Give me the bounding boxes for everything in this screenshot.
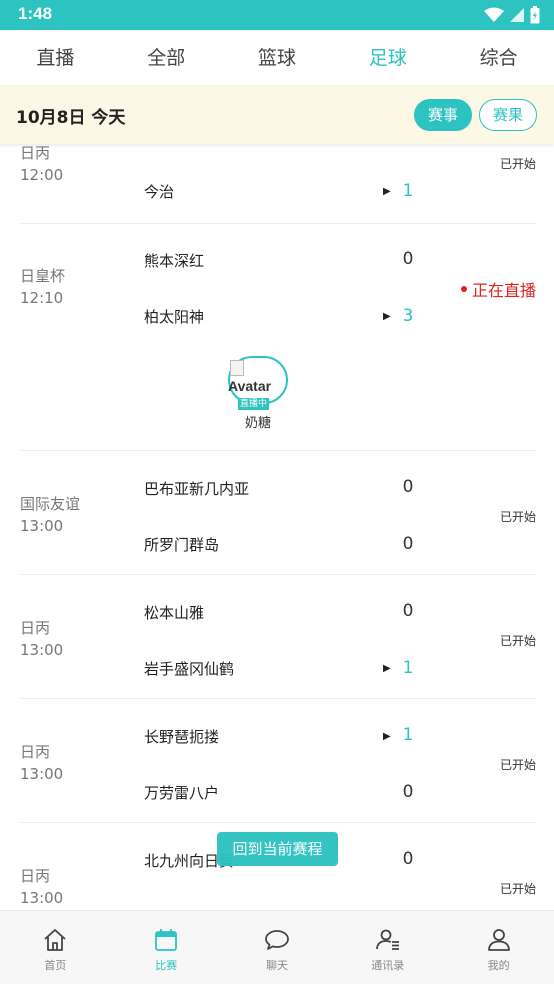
signal-icon: [510, 8, 524, 22]
live-badge: 直播中: [238, 398, 270, 410]
match-league: 国际友谊: [20, 495, 81, 513]
match-time: 12:10: [20, 289, 64, 307]
away-team: 今治: [144, 183, 175, 201]
match-time: 13:00: [20, 641, 64, 659]
home-icon: [44, 929, 66, 951]
nav-matches-label: 比赛: [155, 959, 178, 972]
match-row[interactable]: 日丙 13:00 松本山雅 0 岩手盛冈仙鹤 ▶ 1 已开始: [20, 575, 536, 699]
tab-football[interactable]: 足球: [332, 30, 443, 85]
results-button[interactable]: 赛果: [479, 99, 537, 131]
streamer-name: 奶糖: [244, 416, 271, 431]
date-bar: 10月8日 今天 赛事 赛果: [0, 86, 554, 144]
tab-comprehensive[interactable]: 综合: [443, 30, 554, 85]
nav-home-label: 首页: [44, 959, 67, 972]
away-team: 万劳雷八户: [144, 784, 220, 802]
home-score: 0: [402, 477, 414, 497]
match-status: 已开始: [499, 758, 536, 772]
match-row[interactable]: 日丙 13:00 长野琶扼搂 ▶ 1 万劳雷八户 0 已开始: [20, 699, 536, 823]
nav-profile[interactable]: 我的: [443, 911, 554, 984]
away-score: 0: [402, 534, 414, 554]
match-time: 13:00: [20, 889, 64, 907]
nav-contacts-label: 通讯录: [371, 959, 405, 972]
play-arrow-icon: ▶: [383, 311, 391, 322]
streamer-card[interactable]: Avatar 直播中 奶糖: [228, 356, 288, 436]
match-league: 日丙: [20, 619, 51, 637]
status-icons: [484, 6, 540, 24]
away-score: 3: [402, 306, 414, 326]
match-status: 已开始: [499, 634, 536, 648]
match-league: 日丙: [20, 867, 51, 885]
sport-tabs: 直播 全部 篮球 足球 综合: [0, 30, 554, 86]
home-score: 0: [402, 249, 414, 269]
match-status: 已开始: [499, 157, 536, 171]
tab-basketball[interactable]: 篮球: [222, 30, 333, 85]
match-league: 日丙: [20, 144, 51, 162]
wifi-icon: [484, 7, 504, 22]
live-status: 正在直播: [460, 277, 536, 301]
avatar-alt-text: Avatar: [228, 378, 272, 394]
match-list[interactable]: 日丙 12:00 今治 ▶ 1 已开始 日皇杯 12:10 熊本深红 0 柏太阳…: [0, 144, 554, 910]
live-status-label: 正在直播: [471, 281, 536, 300]
calendar-icon: [155, 929, 178, 951]
home-team: 松本山雅: [144, 604, 205, 622]
tab-all[interactable]: 全部: [111, 30, 222, 85]
bottom-nav: 首页 比赛 聊天 通讯录 我的: [0, 910, 554, 984]
nav-chat-label: 聊天: [265, 959, 288, 972]
away-team: 岩手盛冈仙鹤: [144, 660, 235, 678]
match-status: 已开始: [499, 882, 536, 896]
status-time: 1:48: [18, 4, 53, 23]
match-row[interactable]: 国际友谊 13:00 巴布亚新几内亚 0 所罗门群岛 0 已开始: [20, 451, 536, 575]
nav-home[interactable]: 首页: [0, 911, 111, 984]
play-arrow-icon: ▶: [383, 731, 391, 742]
away-score: 1: [402, 181, 414, 201]
match-time: 12:00: [20, 166, 64, 184]
home-team: 巴布亚新几内亚: [144, 480, 250, 498]
nav-chat[interactable]: 聊天: [222, 911, 333, 984]
play-arrow-icon: ▶: [383, 663, 391, 674]
back-to-current-button[interactable]: 回到当前赛程: [217, 832, 338, 866]
match-league: 日皇杯: [20, 267, 66, 285]
live-dot-icon: [460, 286, 467, 292]
profile-icon: [487, 929, 510, 951]
broken-image-icon: [230, 360, 244, 376]
home-score: 0: [402, 601, 414, 621]
date-label: 10月8日 今天: [16, 108, 126, 128]
status-bar: 1:48: [0, 0, 554, 30]
match-status: 已开始: [499, 510, 536, 524]
away-team: 所罗门群岛: [144, 536, 220, 554]
away-score: 1: [402, 658, 414, 678]
home-team: 长野琶扼搂: [144, 728, 220, 746]
match-league: 日丙: [20, 743, 51, 761]
away-team: 柏太阳神: [144, 308, 205, 326]
match-row[interactable]: 日丙 12:00 今治 ▶ 1 已开始: [20, 144, 536, 224]
match-row[interactable]: 日皇杯 12:10 熊本深红 0 柏太阳神 ▶ 3 正在直播 Avatar 直播…: [20, 224, 536, 451]
nav-matches[interactable]: 比赛: [111, 911, 222, 984]
match-time: 13:00: [20, 517, 64, 535]
chat-bubble-icon: [265, 930, 289, 950]
tab-live[interactable]: 直播: [0, 30, 111, 85]
play-arrow-icon: ▶: [383, 186, 391, 197]
away-score: 0: [402, 782, 414, 802]
match-time: 13:00: [20, 765, 64, 783]
home-team: 熊本深红: [144, 252, 205, 270]
nav-profile-label: 我的: [487, 959, 510, 972]
events-button[interactable]: 赛事: [414, 99, 472, 131]
contacts-icon: [375, 929, 399, 950]
home-score: 1: [402, 725, 414, 745]
nav-contacts[interactable]: 通讯录: [332, 911, 443, 984]
battery-icon: [530, 6, 540, 24]
home-score: 0: [402, 849, 414, 869]
